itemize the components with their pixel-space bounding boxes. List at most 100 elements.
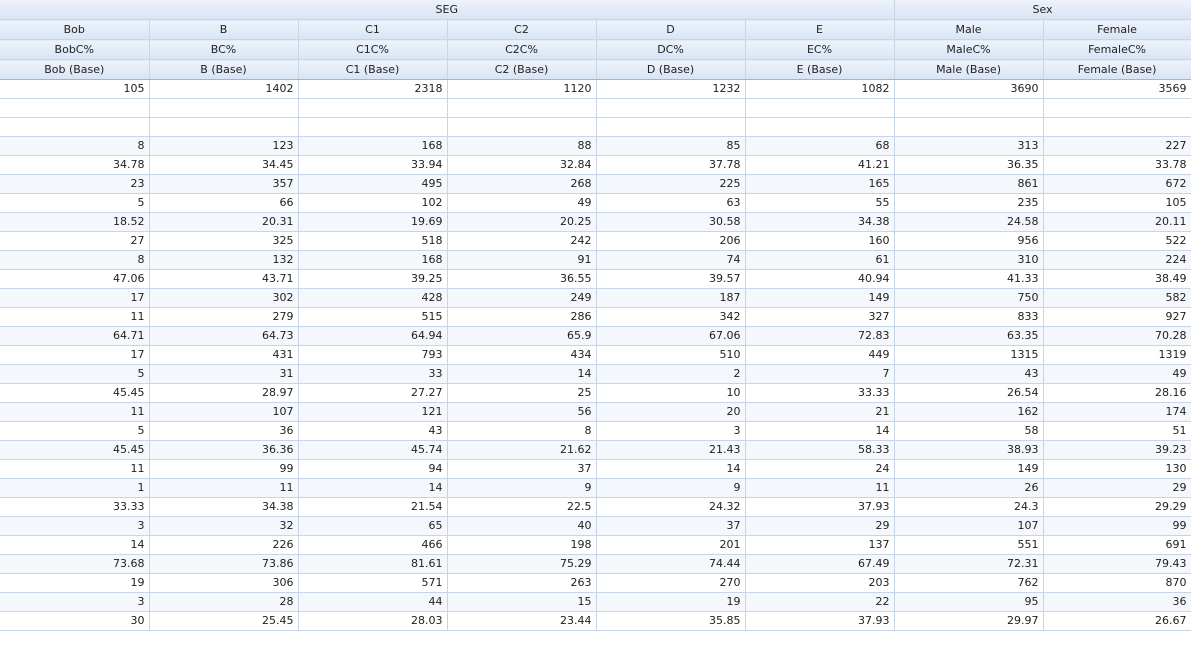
table-cell[interactable]: 428 (298, 288, 448, 308)
base-header[interactable]: Male (Base) (894, 59, 1044, 80)
table-cell[interactable] (894, 98, 1044, 118)
table-cell[interactable]: 522 (1043, 231, 1191, 251)
table-cell[interactable]: 65.9 (447, 326, 597, 346)
table-row[interactable]: 64.71 64.73 64.94 65.9 67.06 72.83 63.35 70.28 (0, 326, 1191, 346)
table-cell[interactable]: 40.94 (745, 269, 895, 289)
table-cell[interactable]: 1319 (1043, 345, 1191, 365)
table-cell[interactable]: 22.5 (447, 497, 597, 517)
table-cell[interactable]: 672 (1043, 174, 1191, 194)
table-cell[interactable]: 75.29 (447, 554, 597, 574)
table-cell[interactable] (1043, 117, 1191, 137)
table-cell[interactable]: 65 (298, 516, 448, 536)
table-cell[interactable]: 15 (447, 592, 597, 612)
percent-header[interactable]: BobC% (0, 39, 150, 60)
table-cell[interactable]: 165 (745, 174, 895, 194)
table-cell[interactable]: 7 (745, 364, 895, 384)
table-cell[interactable]: 26.54 (894, 383, 1044, 403)
base-header[interactable]: Female (Base) (1043, 59, 1191, 80)
table-cell[interactable]: 168 (298, 250, 448, 270)
table-row[interactable]: 33.33 34.38 21.54 22.5 24.32 37.93 24.3 29.29 (0, 497, 1191, 517)
table-cell[interactable]: 19 (596, 592, 746, 612)
table-cell[interactable]: 74 (596, 250, 746, 270)
table-cell[interactable]: 17 (0, 288, 150, 308)
table-cell[interactable]: 58 (894, 421, 1044, 441)
table-cell[interactable]: 35.85 (596, 611, 746, 631)
table-cell[interactable]: 431 (149, 345, 299, 365)
column-header[interactable]: D (596, 19, 746, 40)
table-cell[interactable]: 33.78 (1043, 155, 1191, 175)
table-cell[interactable]: 762 (894, 573, 1044, 593)
table-cell[interactable] (447, 98, 597, 118)
table-cell[interactable]: 174 (1043, 402, 1191, 422)
column-header[interactable]: C2 (447, 19, 597, 40)
table-cell[interactable]: 34.38 (745, 212, 895, 232)
table-row[interactable]: 14 226 466 198 201 137 551 691 (0, 535, 1191, 555)
table-cell[interactable]: 956 (894, 231, 1044, 251)
table-cell[interactable]: 63.35 (894, 326, 1044, 346)
table-cell[interactable]: 61 (745, 250, 895, 270)
table-cell[interactable]: 168 (298, 136, 448, 156)
table-cell[interactable]: 30 (0, 611, 150, 631)
table-cell[interactable]: 870 (1043, 573, 1191, 593)
table-cell[interactable]: 5 (0, 421, 150, 441)
table-cell[interactable]: 11 (0, 402, 150, 422)
table-cell[interactable]: 102 (298, 193, 448, 213)
table-cell[interactable]: 25.45 (149, 611, 299, 631)
table-cell[interactable] (149, 98, 299, 118)
table-cell[interactable]: 67.49 (745, 554, 895, 574)
table-cell[interactable]: 2318 (298, 79, 448, 99)
table-cell[interactable]: 8 (0, 250, 150, 270)
table-cell[interactable]: 39.25 (298, 269, 448, 289)
percent-header[interactable]: BC% (149, 39, 299, 60)
table-cell[interactable]: 38.49 (1043, 269, 1191, 289)
table-cell[interactable]: 37.93 (745, 611, 895, 631)
table-cell[interactable]: 123 (149, 136, 299, 156)
table-cell[interactable]: 43 (894, 364, 1044, 384)
table-cell[interactable]: 33.94 (298, 155, 448, 175)
table-cell[interactable]: 68 (745, 136, 895, 156)
table-cell[interactable]: 36.35 (894, 155, 1044, 175)
table-cell[interactable]: 9 (596, 478, 746, 498)
table-cell[interactable]: 5 (0, 193, 150, 213)
group-header-sex[interactable]: Sex (894, 0, 1191, 20)
table-cell[interactable]: 1 (0, 478, 150, 498)
table-cell[interactable]: 14 (745, 421, 895, 441)
table-row[interactable]: 18.52 20.31 19.69 20.25 30.58 34.38 24.58 20.11 (0, 212, 1191, 232)
table-cell[interactable]: 434 (447, 345, 597, 365)
table-cell[interactable]: 242 (447, 231, 597, 251)
table-cell[interactable]: 38.93 (894, 440, 1044, 460)
table-cell[interactable]: 3 (0, 516, 150, 536)
table-cell[interactable]: 17 (0, 345, 150, 365)
table-row[interactable]: 5 66 102 49 63 55 235 105 (0, 193, 1191, 213)
table-row[interactable]: 11 279 515 286 342 327 833 927 (0, 307, 1191, 327)
table-cell[interactable]: 88 (447, 136, 597, 156)
table-row[interactable]: 19 306 571 263 270 203 762 870 (0, 573, 1191, 593)
table-cell[interactable]: 342 (596, 307, 746, 327)
table-cell[interactable]: 63 (596, 193, 746, 213)
table-cell[interactable]: 325 (149, 231, 299, 251)
table-cell[interactable]: 137 (745, 535, 895, 555)
table-cell[interactable]: 2 (596, 364, 746, 384)
table-cell[interactable]: 27 (0, 231, 150, 251)
table-cell[interactable]: 107 (894, 516, 1044, 536)
table-cell[interactable]: 327 (745, 307, 895, 327)
table-cell[interactable]: 1402 (149, 79, 299, 99)
table-cell[interactable]: 26.67 (1043, 611, 1191, 631)
table-cell[interactable]: 39.57 (596, 269, 746, 289)
table-cell[interactable]: 24.58 (894, 212, 1044, 232)
percent-header[interactable]: EC% (745, 39, 895, 60)
percent-header[interactable]: C2C% (447, 39, 597, 60)
table-cell[interactable]: 37.93 (745, 497, 895, 517)
table-cell[interactable]: 33 (298, 364, 448, 384)
table-cell[interactable]: 26 (894, 478, 1044, 498)
table-cell[interactable]: 14 (0, 535, 150, 555)
table-cell[interactable]: 29 (745, 516, 895, 536)
table-cell[interactable] (596, 117, 746, 137)
table-cell[interactable]: 49 (1043, 364, 1191, 384)
table-cell[interactable]: 45.45 (0, 383, 150, 403)
table-row[interactable]: 8 132 168 91 74 61 310 224 (0, 250, 1191, 270)
table-cell[interactable]: 95 (894, 592, 1044, 612)
table-cell[interactable]: 37 (447, 459, 597, 479)
table-cell[interactable]: 79.43 (1043, 554, 1191, 574)
table-cell[interactable]: 515 (298, 307, 448, 327)
